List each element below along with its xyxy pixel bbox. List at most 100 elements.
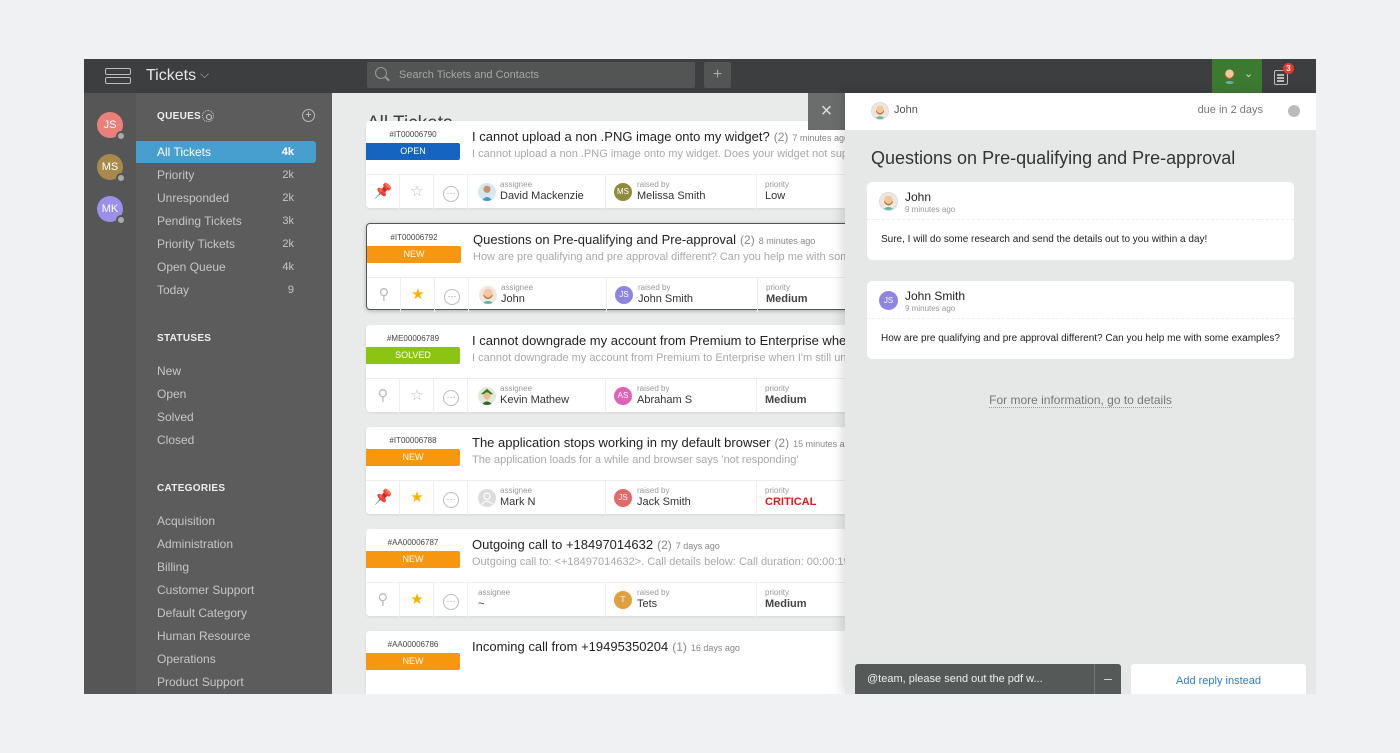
- statuses-heading: STATUSES: [157, 333, 212, 344]
- ticket-preview: The application loads for a while and br…: [472, 454, 799, 466]
- star-icon[interactable]: ★: [401, 287, 435, 302]
- pin-icon[interactable]: ⚲: [366, 388, 400, 403]
- category-item[interactable]: Customer Support: [136, 579, 316, 601]
- ticket-title[interactable]: Incoming call from +19495350204 (1) 16 day…: [472, 639, 740, 654]
- queue-item[interactable]: All Tickets 4k: [136, 141, 316, 163]
- pin-icon[interactable]: 📌: [366, 184, 400, 199]
- ticket-time: 8 minutes ago: [758, 236, 816, 246]
- gear-icon[interactable]: [202, 110, 214, 122]
- queue-item[interactable]: Unresponded 2k: [136, 187, 316, 209]
- user-menu-button[interactable]: ⌄: [1212, 59, 1262, 93]
- status-dot[interactable]: [1288, 105, 1300, 117]
- category-item[interactable]: Billing: [136, 556, 316, 578]
- requester-name: Melissa Smith: [637, 190, 706, 202]
- raised-by-cell[interactable]: AS raised by Abraham S: [606, 379, 757, 413]
- queue-item[interactable]: Today 9: [136, 279, 316, 301]
- status-item[interactable]: Closed: [136, 429, 316, 451]
- agent-avatar[interactable]: MS: [97, 154, 126, 183]
- assignee-cell[interactable]: assignee Mark N: [468, 481, 606, 515]
- close-detail-button[interactable]: ×: [808, 93, 845, 130]
- queue-label: Open Queue: [157, 260, 226, 274]
- add-button[interactable]: +: [704, 62, 731, 88]
- notifications-button[interactable]: 3: [1272, 63, 1294, 87]
- star-icon[interactable]: ☆: [400, 388, 434, 403]
- raised-by-cell[interactable]: JS raised by Jack Smith: [606, 481, 757, 515]
- chevron-down-icon: ⌄: [1244, 68, 1254, 80]
- message-author: John: [905, 190, 932, 204]
- more-options-icon[interactable]: ···: [435, 287, 469, 305]
- category-item[interactable]: Acquisition: [136, 510, 316, 532]
- pin-icon[interactable]: 📌: [366, 490, 400, 505]
- queue-label: Pending Tickets: [157, 214, 242, 228]
- category-item[interactable]: Product Support: [136, 671, 316, 693]
- ticket-title[interactable]: Questions on Pre-qualifying and Pre-appr…: [473, 232, 815, 247]
- status-item[interactable]: New: [136, 360, 316, 382]
- queue-item[interactable]: Open Queue 4k: [136, 256, 316, 278]
- app-title[interactable]: Tickets: [146, 65, 196, 87]
- more-options-icon[interactable]: ···: [434, 184, 468, 202]
- more-options-icon[interactable]: ···: [434, 592, 468, 610]
- add-reply-button[interactable]: Add reply instead: [1131, 664, 1306, 694]
- ticket-id: #AA00006786: [387, 640, 439, 649]
- ticket-card[interactable]: #IT00006792 NEW Questions on Pre-qualifyin…: [366, 223, 912, 312]
- queues-heading: QUEUES: [157, 111, 202, 122]
- assignee-cell[interactable]: assignee David Mackenzie: [468, 175, 606, 209]
- top-bar: Tickets ⌵ + ⌄ 3: [84, 59, 1316, 93]
- ticket-title[interactable]: Outgoing call to +18497014632 (2) 7 days a…: [472, 537, 720, 552]
- agent-avatar[interactable]: MK: [97, 196, 126, 225]
- more-options-icon[interactable]: ···: [434, 388, 468, 406]
- category-item[interactable]: Operations: [136, 648, 316, 670]
- queue-item[interactable]: Pending Tickets 3k: [136, 210, 316, 232]
- add-queue-button[interactable]: +: [302, 109, 315, 122]
- queue-item[interactable]: Priority 2k: [136, 164, 316, 186]
- raised-by-cell[interactable]: MS raised by Melissa Smith: [606, 175, 757, 209]
- status-item[interactable]: Open: [136, 383, 316, 405]
- ticket-card[interactable]: #AA00006786 NEW Incoming call from +194953…: [366, 631, 866, 694]
- draft-text[interactable]: @team, please send out the pdf w...: [867, 673, 1043, 685]
- raised-by-label: raised by: [637, 486, 670, 495]
- requester-name: Tets: [637, 598, 658, 610]
- minimize-draft-button[interactable]: –: [1094, 664, 1121, 694]
- star-icon[interactable]: ★: [400, 592, 434, 607]
- star-icon[interactable]: ☆: [400, 184, 434, 199]
- pin-icon[interactable]: ⚲: [367, 287, 401, 302]
- draft-note[interactable]: @team, please send out the pdf w... –: [855, 664, 1121, 694]
- category-item[interactable]: Human Resource: [136, 625, 316, 647]
- category-item[interactable]: Default Category: [136, 602, 316, 624]
- search-input[interactable]: [399, 62, 689, 88]
- search-icon: [375, 67, 387, 79]
- raised-by-label: raised by: [638, 283, 671, 292]
- raised-by-cell[interactable]: JS raised by John Smith: [607, 278, 758, 312]
- queue-item[interactable]: Priority Tickets 2k: [136, 233, 316, 255]
- agent-avatar[interactable]: JS: [97, 112, 126, 141]
- assignee-cell[interactable]: assignee ~: [468, 583, 606, 617]
- priority-value: Medium: [765, 598, 807, 610]
- assignee-name[interactable]: John: [894, 104, 918, 116]
- category-item[interactable]: Administration: [136, 533, 316, 555]
- raised-by-cell[interactable]: Traised by Tets: [606, 583, 757, 617]
- pin-icon[interactable]: ⚲: [366, 592, 400, 607]
- chevron-down-icon[interactable]: ⌵: [200, 67, 209, 82]
- go-to-details-link[interactable]: For more information, go to details: [989, 393, 1172, 408]
- priority-label: priority: [765, 588, 790, 597]
- status-badge: NEW: [366, 449, 460, 466]
- ticket-card[interactable]: #IT00006788 NEW The application stops work…: [366, 427, 866, 515]
- assignee-name: Mark N: [500, 496, 536, 508]
- message-card: JS John Smith 9 minutes ago How are pre …: [867, 281, 1294, 359]
- message-avatar: JS: [879, 291, 898, 310]
- ticket-card[interactable]: #AA00006787 NEW Outgoing call to +18497014…: [366, 529, 866, 617]
- assignee-name: Kevin Mathew: [500, 394, 570, 406]
- ticket-card[interactable]: #IT00006790 OPEN I cannot upload a non .PN…: [366, 121, 941, 209]
- ticket-footer: 📌 ☆ ··· assignee David Mackenzie MS raised by M…: [366, 174, 866, 209]
- search-box[interactable]: [367, 62, 695, 88]
- star-icon[interactable]: ★: [400, 490, 434, 505]
- assignee-cell[interactable]: assignee Kevin Mathew: [468, 379, 606, 413]
- ticket-title[interactable]: The application stops working in my defa…: [472, 435, 855, 450]
- more-options-icon[interactable]: ···: [434, 490, 468, 508]
- assignee-cell[interactable]: assignee John: [469, 278, 607, 312]
- requester-avatar: MS: [614, 183, 632, 201]
- ticket-title[interactable]: I cannot upload a non .PNG image onto my…: [472, 129, 849, 144]
- ticket-card[interactable]: #ME00006789 SOLVED I cannot downgrade my a…: [366, 325, 983, 413]
- status-item[interactable]: Solved: [136, 406, 316, 428]
- app-menu-icon[interactable]: [105, 68, 131, 84]
